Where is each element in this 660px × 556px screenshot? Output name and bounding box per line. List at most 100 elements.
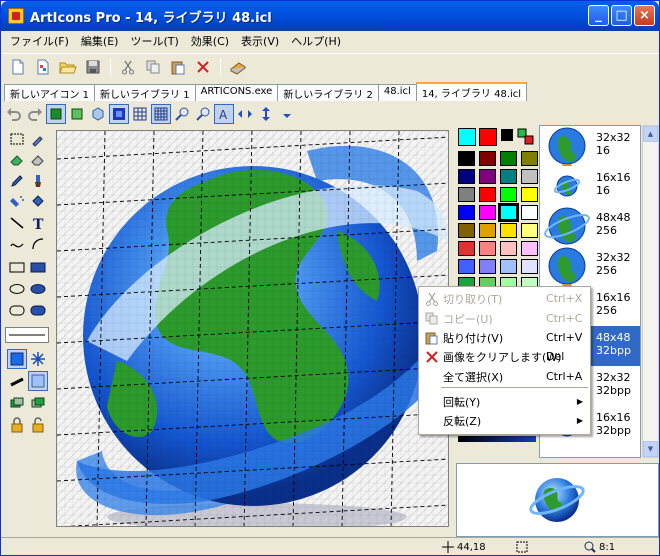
- menu-file[interactable]: ファイル(F): [4, 31, 75, 51]
- lock-icon[interactable]: [7, 415, 27, 435]
- arc-icon[interactable]: [28, 234, 48, 254]
- context-menu-item[interactable]: 貼り付け(V) Ctrl+V: [419, 328, 590, 347]
- app-icon[interactable]: [8, 8, 24, 24]
- icon-format-item[interactable]: 16x16 16: [540, 166, 640, 206]
- menu-tools[interactable]: ツール(T): [124, 31, 184, 51]
- rectangle-icon[interactable]: [7, 257, 27, 277]
- brightness-bar[interactable]: [458, 436, 536, 442]
- screen-color-icon[interactable]: [501, 129, 513, 141]
- tab-doc-3[interactable]: ARTICONS.exe: [194, 84, 279, 101]
- context-menu-item[interactable]: 画像をクリアします(W) Del: [419, 347, 590, 366]
- fill-bucket-icon[interactable]: [28, 192, 48, 212]
- brush-icon[interactable]: [28, 171, 48, 191]
- palette-swatch[interactable]: [500, 169, 517, 184]
- menu-view[interactable]: 表示(V): [235, 31, 285, 51]
- context-menu-item[interactable]: 切り取り(T) Ctrl+X: [419, 289, 590, 308]
- move-left-right-icon[interactable]: [235, 104, 255, 124]
- new-library-icon[interactable]: [32, 56, 54, 78]
- context-menu-item[interactable]: コピー(U) Ctrl+C: [419, 309, 590, 328]
- color-picker-icon[interactable]: [28, 129, 48, 149]
- save-icon[interactable]: [82, 56, 104, 78]
- icon-format-item[interactable]: 32x32 16: [540, 126, 640, 166]
- move-down-icon[interactable]: [277, 104, 297, 124]
- scroll-down-icon[interactable]: ▼: [643, 441, 658, 457]
- palette-swatch[interactable]: [458, 259, 475, 274]
- context-menu-item[interactable]: 全て選択(X) Ctrl+A: [419, 367, 590, 386]
- fill-mode-icon[interactable]: [7, 349, 27, 369]
- background-color-swatch[interactable]: [479, 128, 497, 146]
- gradient-icon[interactable]: [28, 371, 48, 391]
- palette-swatch[interactable]: [479, 187, 496, 202]
- pencil-icon[interactable]: [7, 171, 27, 191]
- book-icon[interactable]: [227, 56, 249, 78]
- icon-format-item[interactable]: 48x48 256: [540, 206, 640, 246]
- palette-swatch[interactable]: [458, 151, 475, 166]
- layers-icon[interactable]: [7, 393, 27, 413]
- tab-doc-2[interactable]: 新しいライブラリ 1: [94, 84, 196, 101]
- palette-swatch[interactable]: [500, 223, 517, 238]
- context-menu-item[interactable]: 反転(Z) ▶: [419, 411, 590, 430]
- curve-icon[interactable]: [7, 234, 27, 254]
- palette-swatch[interactable]: [500, 259, 517, 274]
- line-icon[interactable]: [7, 213, 27, 233]
- cube-icon[interactable]: [88, 104, 108, 124]
- close-button[interactable]: ×: [634, 5, 655, 26]
- palette-swatch[interactable]: [500, 151, 517, 166]
- icon-format-item[interactable]: 32x32 256: [540, 246, 640, 286]
- menu-effects[interactable]: 効果(C): [185, 31, 235, 51]
- move-up-down-icon[interactable]: [256, 104, 276, 124]
- palette-swatch[interactable]: [458, 223, 475, 238]
- paste-icon[interactable]: [167, 56, 189, 78]
- palette-swatch[interactable]: [498, 203, 519, 222]
- unlock-icon[interactable]: [28, 415, 48, 435]
- palette-swatch[interactable]: [479, 169, 496, 184]
- palette-swatch[interactable]: [479, 205, 496, 220]
- tab-doc-6[interactable]: 14, ライブラリ 48.icl: [415, 82, 528, 101]
- filled-rounded-rect-icon[interactable]: [28, 300, 48, 320]
- palette-swatch[interactable]: [479, 241, 496, 256]
- ellipse-icon[interactable]: [7, 279, 27, 299]
- tab-doc-4[interactable]: 新しいライブラリ 2: [277, 84, 379, 101]
- icon-list-scrollbar[interactable]: ▲ ▼: [642, 125, 659, 458]
- zoom-out-icon[interactable]: [193, 104, 213, 124]
- palette-swatch[interactable]: [521, 169, 538, 184]
- palette-swatch[interactable]: [500, 241, 517, 256]
- palette-swatch[interactable]: [521, 187, 538, 202]
- title-bar[interactable]: ArtIcons Pro - 14, ライブラリ 48.icl _ □ ×: [1, 1, 659, 31]
- context-menu-item[interactable]: 回転(Y) ▶: [419, 392, 590, 411]
- smart-eraser-icon[interactable]: [28, 150, 48, 170]
- text-tool-icon[interactable]: T: [28, 213, 48, 233]
- spray-icon[interactable]: [7, 192, 27, 212]
- select-rect-icon[interactable]: [7, 129, 27, 149]
- palette-swatch[interactable]: [479, 259, 496, 274]
- foreground-color-swatch[interactable]: [458, 128, 476, 146]
- palette-swatch[interactable]: [521, 151, 538, 166]
- redo-icon[interactable]: [25, 104, 45, 124]
- filled-rectangle-icon[interactable]: [28, 257, 48, 277]
- text-anti-alias-icon[interactable]: A: [214, 104, 234, 124]
- palette-swatch[interactable]: [479, 223, 496, 238]
- pixel-grid-icon[interactable]: [151, 104, 171, 124]
- palette-swatch[interactable]: [521, 205, 538, 220]
- new-file-icon[interactable]: [7, 56, 29, 78]
- grid-icon[interactable]: [130, 104, 150, 124]
- palette-swatch[interactable]: [521, 223, 538, 238]
- edit-canvas[interactable]: [56, 130, 449, 527]
- eraser-icon[interactable]: [7, 150, 27, 170]
- menu-edit[interactable]: 編集(E): [75, 31, 125, 51]
- palette-swatch[interactable]: [458, 205, 475, 220]
- pattern-mode-icon[interactable]: [28, 349, 48, 369]
- fill-shape-icon[interactable]: [46, 104, 66, 124]
- palette-swatch[interactable]: [521, 241, 538, 256]
- zoom-in-icon[interactable]: [172, 104, 192, 124]
- minimize-button[interactable]: _: [588, 5, 609, 26]
- palette-swatch[interactable]: [458, 169, 475, 184]
- thick-line-icon[interactable]: [7, 371, 27, 391]
- tab-doc-5[interactable]: 48.icl: [377, 84, 417, 101]
- swap-colors-icon[interactable]: [517, 128, 535, 149]
- palette-swatch[interactable]: [500, 187, 517, 202]
- filled-ellipse-icon[interactable]: [28, 279, 48, 299]
- cut-icon[interactable]: [117, 56, 139, 78]
- line-width-selector[interactable]: [5, 327, 49, 343]
- open-folder-icon[interactable]: [57, 56, 79, 78]
